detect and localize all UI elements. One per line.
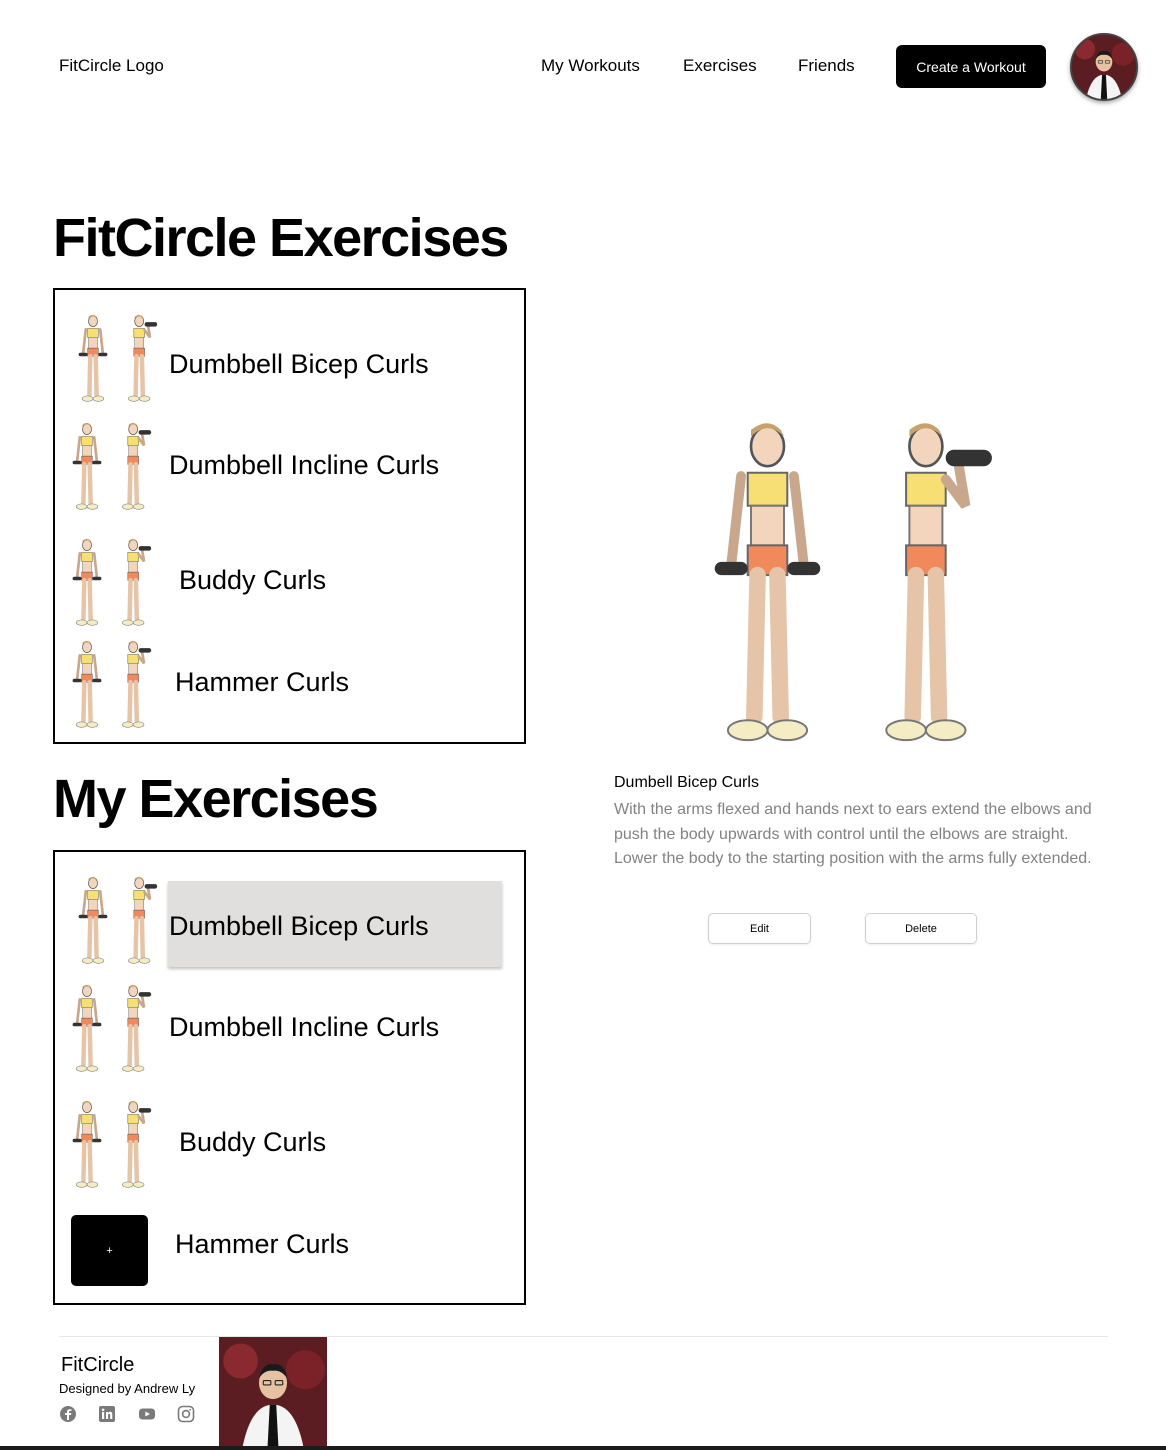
list-item-label: Hammer Curls xyxy=(175,1229,350,1259)
delete-button[interactable]: Delete xyxy=(865,913,977,944)
exercise-thumbnail-icon xyxy=(123,872,159,970)
exercise-thumbnail-icon xyxy=(69,418,105,516)
exercise-illustration xyxy=(640,420,1070,750)
exercise-thumbnail-icon xyxy=(117,418,153,516)
list-item-label: Buddy Curls xyxy=(179,1127,327,1157)
list-item-label: Dumbbell Bicep Curls xyxy=(169,349,429,379)
list-item-label: Dumbbell Incline Curls xyxy=(169,450,440,480)
footer-credit: Designed by Andrew Ly xyxy=(59,1381,196,1396)
exercise-thumbnail-icon xyxy=(75,872,111,970)
instagram-icon[interactable] xyxy=(177,1405,195,1423)
exercise-thumbnail-icon xyxy=(117,980,153,1078)
nav-my-workouts[interactable]: My Workouts xyxy=(541,56,640,76)
nav-friends[interactable]: Friends xyxy=(798,56,855,76)
exercise-detail-title: Dumbell Bicep Curls xyxy=(614,774,759,791)
page-bottom-edge xyxy=(0,1446,1166,1450)
list-item[interactable]: Dumbbell Bicep Curls xyxy=(55,310,524,408)
footer-brand: FitCircle xyxy=(61,1354,135,1376)
my-exercise-list: Dumbbell Bicep Curls Dumbbell Incline Cu… xyxy=(53,850,526,1305)
list-item-selected[interactable]: Dumbbell Bicep Curls xyxy=(55,872,524,970)
exercise-detail-description: With the arms flexed and hands next to e… xyxy=(614,801,1092,868)
list-item[interactable]: Buddy Curls xyxy=(55,534,524,632)
youtube-icon[interactable] xyxy=(138,1405,156,1423)
exercise-thumbnail-icon xyxy=(69,1096,105,1194)
user-avatar[interactable] xyxy=(1070,33,1138,101)
list-item[interactable]: Buddy Curls xyxy=(55,1096,524,1194)
facebook-icon[interactable] xyxy=(59,1405,77,1423)
list-item-label: Hammer Curls xyxy=(175,667,350,697)
fitcircle-exercises-heading: FitCircle Exercises xyxy=(53,208,509,268)
linkedin-icon[interactable] xyxy=(98,1405,116,1423)
list-item[interactable]: + Hammer Curls xyxy=(55,1215,524,1287)
exercise-thumbnail-icon xyxy=(117,636,153,734)
list-item[interactable]: Hammer Curls xyxy=(55,636,524,734)
exercise-thumbnail-icon xyxy=(75,310,111,408)
logo[interactable]: FitCircle Logo xyxy=(59,56,164,76)
add-exercise-button[interactable]: + xyxy=(71,1215,148,1286)
nav-exercises[interactable]: Exercises xyxy=(683,56,757,76)
my-exercises-heading: My Exercises xyxy=(53,769,379,829)
create-workout-button[interactable]: Create a Workout xyxy=(896,45,1046,88)
edit-button[interactable]: Edit xyxy=(708,913,811,944)
designer-photo xyxy=(219,1337,327,1446)
list-item-label: Dumbbell Incline Curls xyxy=(169,1012,440,1042)
person-photo-icon xyxy=(219,1337,327,1446)
list-item[interactable]: Dumbbell Incline Curls xyxy=(55,980,524,1078)
exercise-thumbnail-icon xyxy=(117,1096,153,1194)
exercise-thumbnail-icon xyxy=(117,534,153,632)
footer-divider xyxy=(59,1336,1108,1337)
exercise-thumbnail-icon xyxy=(69,534,105,632)
list-item-label: Buddy Curls xyxy=(179,565,327,595)
exercise-thumbnail-icon xyxy=(69,636,105,734)
exercise-thumbnail-icon xyxy=(123,310,159,408)
list-item-label: Dumbbell Bicep Curls xyxy=(169,911,429,941)
fitcircle-exercise-list: Dumbbell Bicep Curls Dumbbell Incline Cu… xyxy=(53,288,526,744)
user-avatar-icon xyxy=(1072,35,1136,99)
exercise-thumbnail-icon xyxy=(69,980,105,1078)
list-item[interactable]: Dumbbell Incline Curls xyxy=(55,418,524,516)
